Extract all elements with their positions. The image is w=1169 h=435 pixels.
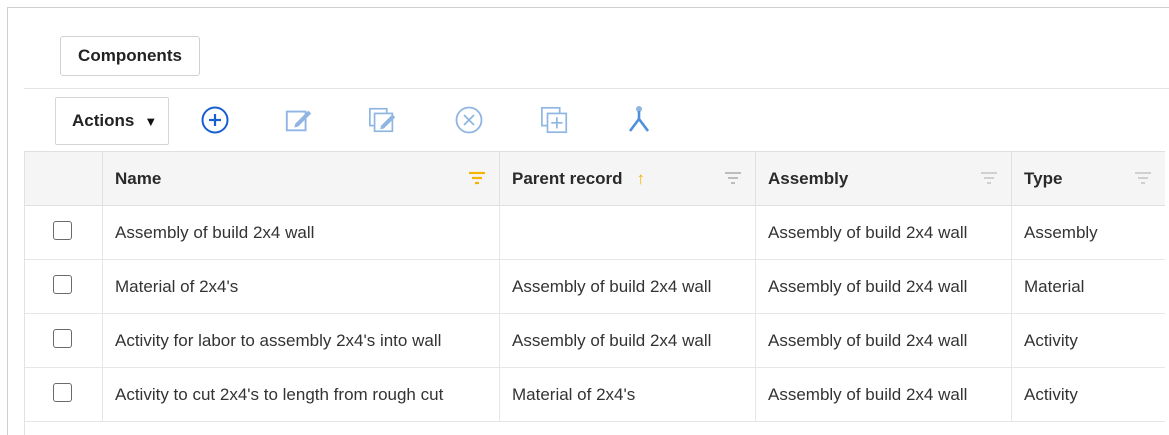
header-parent-record[interactable]: Parent record ↑ — [499, 152, 755, 206]
parent-cell: Material of 2x4's — [499, 368, 755, 422]
row-checkbox[interactable] — [53, 329, 72, 348]
table-row[interactable]: Activity to cut 2x4's to length from rou… — [25, 368, 1165, 422]
parent-cell: Assembly of build 2x4 wall — [499, 314, 755, 368]
header-assembly[interactable]: Assembly — [755, 152, 1011, 206]
assembly-cell: Assembly of build 2x4 wall — [755, 368, 1011, 422]
name-cell: Material of 2x4's — [102, 260, 499, 314]
filter-icon[interactable] — [979, 170, 999, 191]
actions-label: Actions — [72, 111, 135, 130]
header-type-label: Type — [1024, 169, 1063, 188]
table-row[interactable]: Material of 2x4's Assembly of build 2x4 … — [25, 260, 1165, 314]
assembly-cell: Assembly of build 2x4 wall — [755, 206, 1011, 260]
components-table: Name Parent record ↑ Assembly Type Assem… — [24, 151, 1165, 435]
type-cell: Material — [1011, 260, 1165, 314]
name-cell: Activity to cut 2x4's to length from rou… — [102, 368, 499, 422]
toolbar-divider — [24, 88, 1169, 89]
components-tab[interactable]: Components — [60, 36, 200, 76]
row-checkbox[interactable] — [53, 221, 72, 240]
assembly-cell: Assembly of build 2x4 wall — [755, 314, 1011, 368]
header-name[interactable]: Name — [102, 152, 499, 206]
edit-copy-icon[interactable] — [368, 104, 398, 136]
parent-cell — [499, 206, 755, 260]
row-checkbox[interactable] — [53, 383, 72, 402]
header-select-cell — [25, 152, 102, 206]
select-cell — [25, 314, 102, 368]
duplicate-icon[interactable] — [540, 104, 570, 136]
name-cell: Activity for labor to assembly 2x4's int… — [102, 314, 499, 368]
add-circle-icon[interactable] — [200, 104, 230, 136]
actions-dropdown[interactable]: Actions ▼ — [55, 97, 169, 145]
header-name-label: Name — [115, 169, 162, 188]
name-cell: Assembly of build 2x4 wall — [102, 206, 499, 260]
filter-icon[interactable] — [1133, 170, 1153, 191]
merge-icon[interactable] — [624, 104, 654, 136]
caret-down-icon: ▼ — [144, 113, 158, 129]
edit-icon[interactable] — [284, 104, 314, 136]
header-type[interactable]: Type — [1011, 152, 1165, 206]
select-cell — [25, 206, 102, 260]
filter-active-icon[interactable] — [467, 170, 487, 191]
select-cell — [25, 260, 102, 314]
table-row[interactable]: Assembly of build 2x4 wall Assembly of b… — [25, 206, 1165, 260]
sort-ascending-icon: ↑ — [636, 169, 646, 188]
header-parent-label: Parent record — [512, 169, 623, 188]
filter-icon[interactable] — [723, 170, 743, 191]
cancel-circle-icon[interactable] — [454, 104, 484, 136]
type-cell: Assembly — [1011, 206, 1165, 260]
select-cell — [25, 368, 102, 422]
table-header: Name Parent record ↑ Assembly Type — [25, 151, 1165, 206]
row-checkbox[interactable] — [53, 275, 72, 294]
type-cell: Activity — [1011, 314, 1165, 368]
parent-cell: Assembly of build 2x4 wall — [499, 260, 755, 314]
header-assembly-label: Assembly — [768, 169, 849, 188]
assembly-cell: Assembly of build 2x4 wall — [755, 260, 1011, 314]
table-row[interactable]: Activity for labor to assembly 2x4's int… — [25, 314, 1165, 368]
type-cell: Activity — [1011, 368, 1165, 422]
